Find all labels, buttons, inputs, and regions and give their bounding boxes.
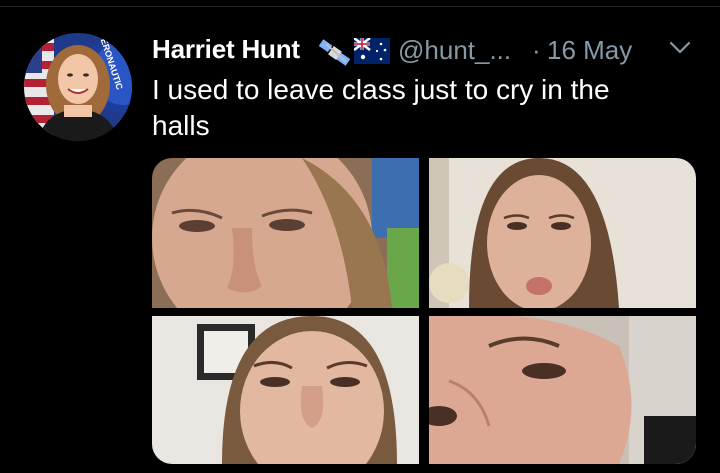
satellite-icon xyxy=(318,38,354,73)
tweet-photo-1[interactable] xyxy=(152,158,419,308)
author-name[interactable]: Harriet Hunt xyxy=(152,34,300,65)
tweet-date[interactable]: 16 May xyxy=(547,35,632,66)
avatar[interactable]: ERONAUTIC xyxy=(24,33,132,141)
tweet-photo-3[interactable] xyxy=(152,316,419,464)
chevron-down-icon[interactable] xyxy=(668,40,692,61)
media-grid xyxy=(152,158,696,464)
author-handle[interactable]: @hunt_... xyxy=(398,35,511,66)
tweet-photo-4[interactable] xyxy=(429,316,696,464)
tweet-text: I used to leave class just to cry in the… xyxy=(152,74,610,141)
separator-dot: · xyxy=(532,35,541,65)
tweet-header: Harriet Hunt @hunt_... · 16 May xyxy=(152,32,712,72)
australia-flag-icon xyxy=(353,37,390,69)
tweet-photo-2[interactable] xyxy=(429,158,696,308)
divider xyxy=(0,6,720,7)
